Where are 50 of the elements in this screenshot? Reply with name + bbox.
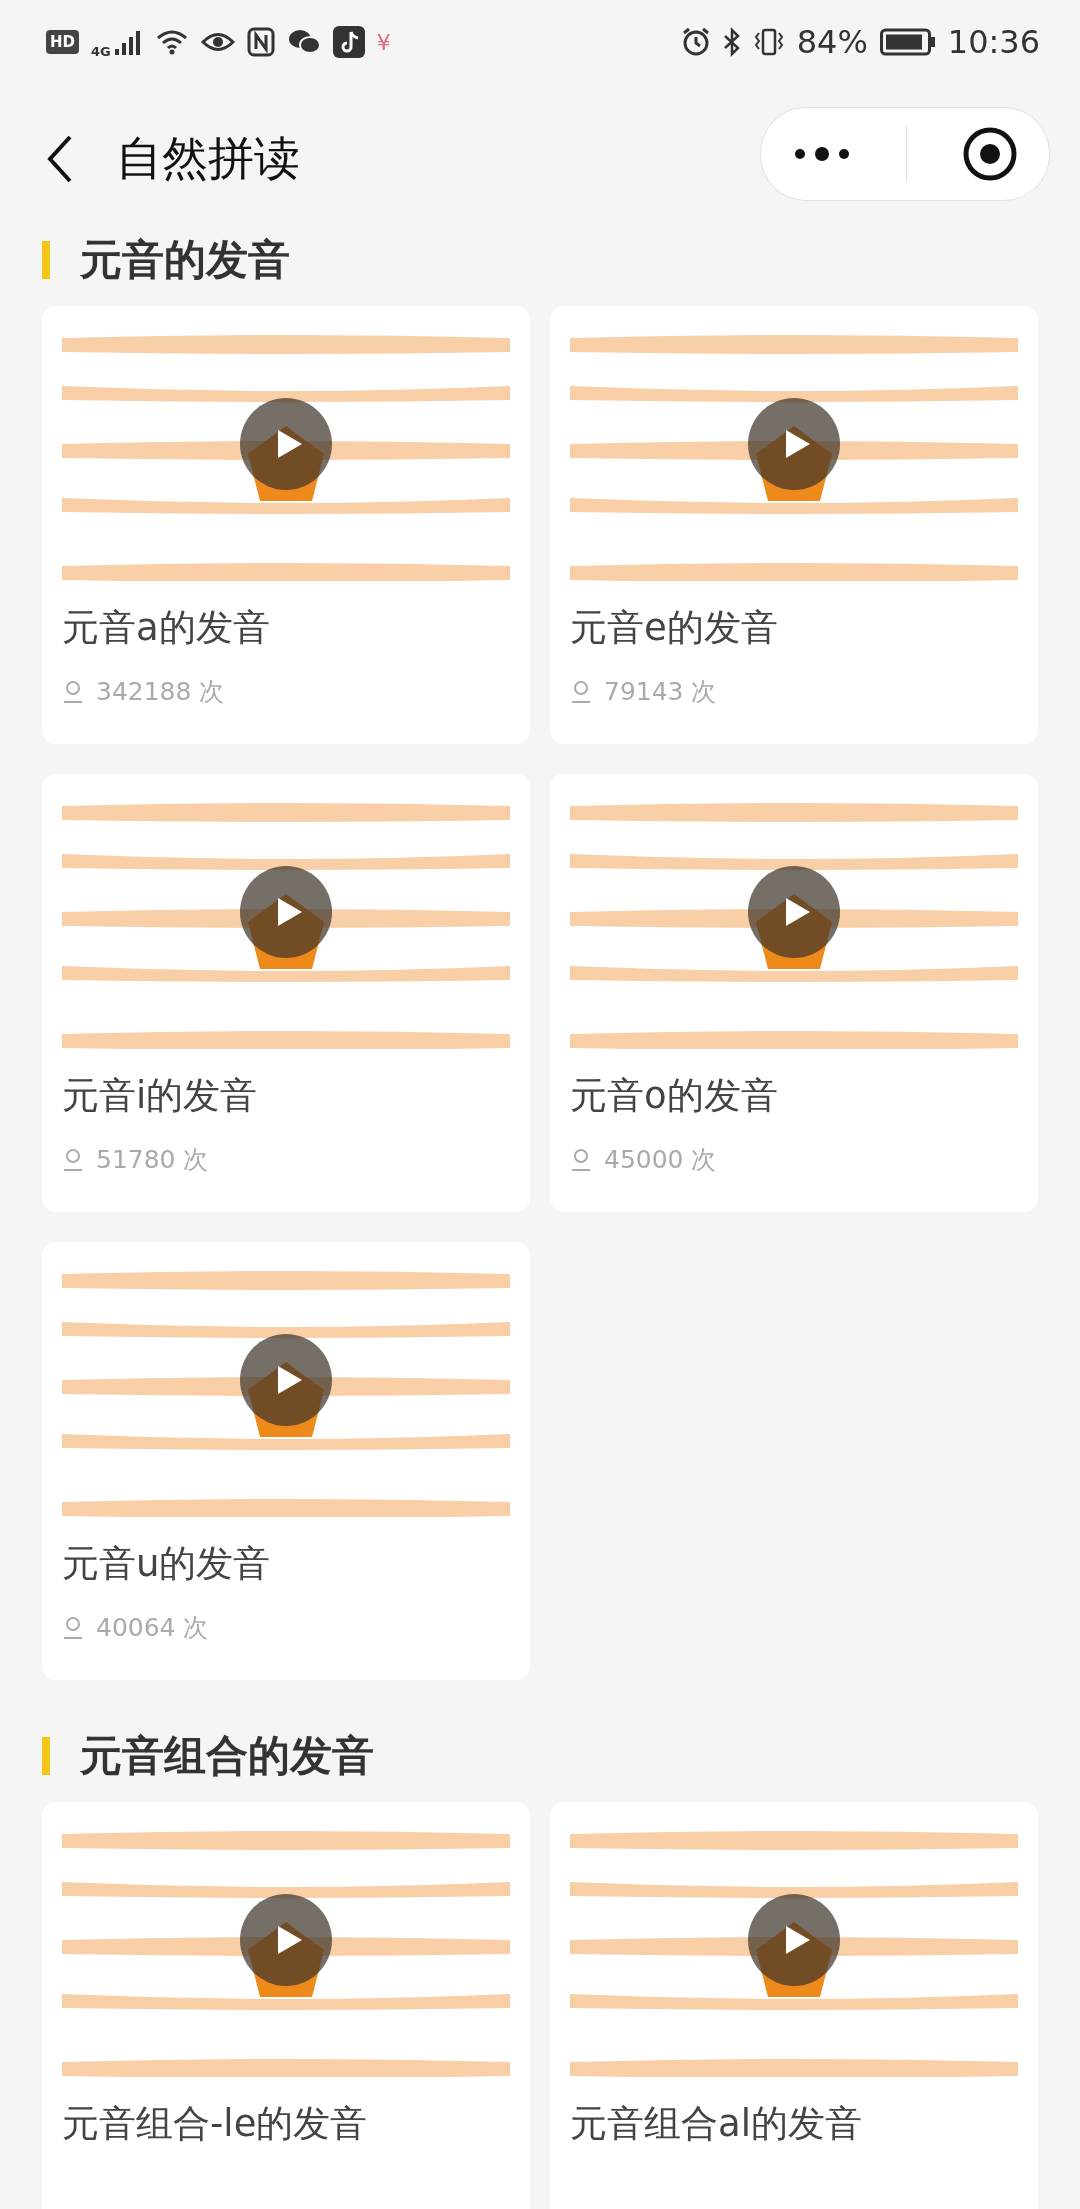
- music-note-icon: [332, 26, 365, 58]
- section-marker: [42, 241, 50, 279]
- video-title: 元音组合-le的发音: [62, 2101, 369, 2147]
- video-title: 元音组合al的发音: [570, 2101, 863, 2147]
- play-icon[interactable]: [240, 1334, 332, 1426]
- video-card[interactable]: 元音e的发音 79143 次: [550, 306, 1038, 744]
- video-title: 元音o的发音: [570, 1073, 779, 1119]
- video-card[interactable]: 元音a的发音 342188 次: [42, 306, 530, 744]
- view-count: 79143 次: [604, 676, 717, 708]
- section-title: 元音组合的发音: [80, 1730, 374, 1782]
- person-icon: [62, 1147, 84, 1172]
- video-card[interactable]: 元音组合-le的发音: [42, 1802, 530, 2209]
- video-title: 元音a的发音: [62, 605, 271, 651]
- section-title: 元音的发音: [80, 234, 290, 286]
- video-card[interactable]: 元音u的发音 40064 次: [42, 1242, 530, 1680]
- bluetooth-icon: [722, 27, 741, 57]
- wifi-icon: [154, 28, 189, 56]
- play-icon[interactable]: [748, 866, 840, 958]
- hd-indicator: HD: [46, 30, 79, 54]
- nfc-icon: [246, 27, 275, 57]
- section-marker: [42, 1737, 50, 1775]
- battery-percent: 84%: [796, 23, 868, 61]
- video-title: 元音e的发音: [570, 605, 779, 651]
- play-icon[interactable]: [240, 866, 332, 958]
- network-type: 4G: [91, 43, 111, 59]
- currency-indicator: ¥: [376, 29, 391, 55]
- play-icon[interactable]: [748, 1894, 840, 1986]
- video-card[interactable]: 元音o的发音 45000 次: [550, 774, 1038, 1212]
- play-icon[interactable]: [240, 1894, 332, 1986]
- clock-time: 10:36: [947, 23, 1040, 61]
- page-title: 自然拼读: [116, 130, 301, 187]
- back-icon: [46, 134, 74, 184]
- person-icon: [570, 679, 592, 704]
- signal-icon: [112, 29, 143, 55]
- video-title: 元音u的发音: [62, 1541, 272, 1587]
- view-count: 51780 次: [96, 1144, 209, 1176]
- person-icon: [62, 679, 84, 704]
- play-icon[interactable]: [748, 398, 840, 490]
- view-count: 40064 次: [96, 1612, 209, 1644]
- person-icon: [570, 1147, 592, 1172]
- video-card[interactable]: 元音i的发音 51780 次: [42, 774, 530, 1212]
- view-count: 45000 次: [604, 1144, 717, 1176]
- play-icon[interactable]: [240, 398, 332, 490]
- person-icon: [62, 1615, 84, 1640]
- view-count: 342188 次: [96, 676, 225, 708]
- alarm-icon: [680, 27, 711, 57]
- vibrate-icon: [752, 27, 785, 57]
- video-title: 元音i的发音: [62, 1073, 259, 1119]
- video-card[interactable]: 元音组合al的发音: [550, 1802, 1038, 2209]
- battery-icon: [879, 28, 936, 56]
